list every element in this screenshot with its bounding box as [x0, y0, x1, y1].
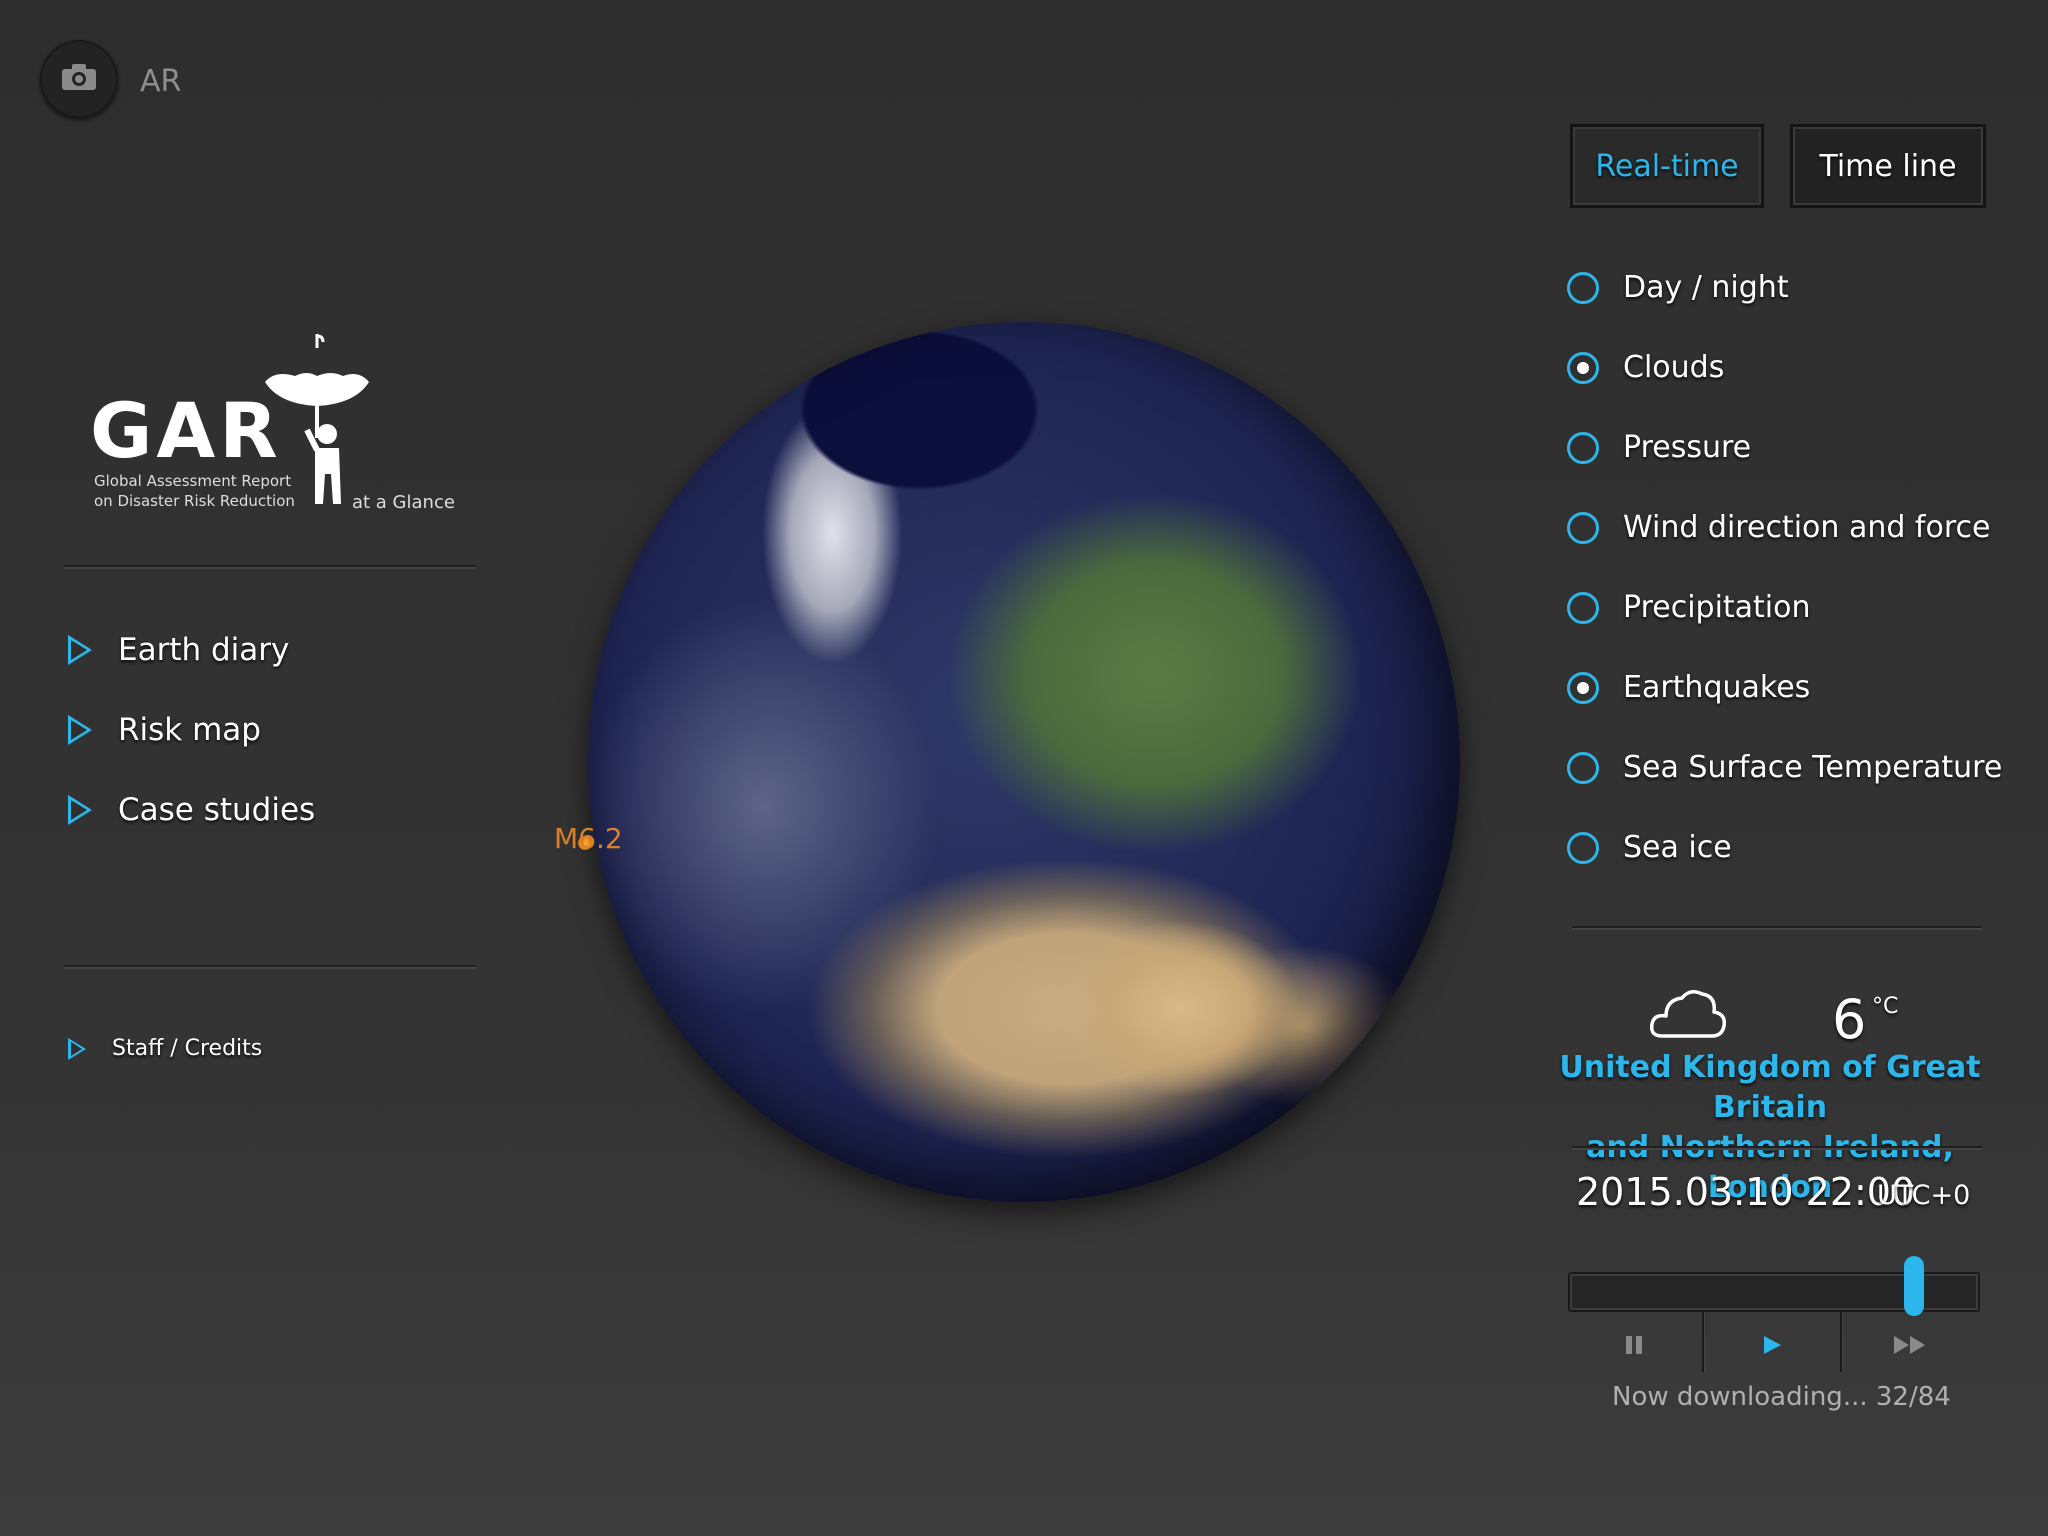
layer-label: Sea Surface Temperature	[1623, 750, 2003, 785]
fast-forward-button[interactable]	[1842, 1318, 1978, 1376]
play-button[interactable]	[1704, 1318, 1840, 1376]
nav-case-studies[interactable]: Case studies	[68, 792, 315, 828]
location-line1: United Kingdom of Great Britain	[1559, 1050, 1981, 1125]
ar-camera-button[interactable]	[40, 40, 118, 118]
logo-tagline: at a Glance	[352, 492, 455, 513]
layer-label: Earthquakes	[1623, 670, 1811, 705]
layer-label: Wind direction and force	[1623, 510, 1991, 545]
logo-subtitle-line2: on Disaster Risk Reduction	[94, 492, 295, 510]
radio-button[interactable]	[1567, 751, 1599, 784]
right-divider-top	[1572, 926, 1982, 930]
nav-label: Staff / Credits	[112, 1036, 263, 1061]
earthquake-magnitude-label: M6.2	[554, 822, 623, 855]
layer-label: Pressure	[1623, 430, 1752, 465]
radio-button[interactable]	[1567, 271, 1599, 304]
layer-label: Precipitation	[1623, 590, 1811, 625]
tab-real-time[interactable]: Real-time	[1570, 124, 1764, 208]
nav-label: Risk map	[118, 712, 261, 748]
layer-label: Sea ice	[1623, 830, 1732, 865]
right-divider-bottom	[1572, 1146, 1982, 1150]
pause-icon	[1623, 1334, 1645, 1360]
ar-label: AR	[140, 64, 182, 99]
logo-subtitle-line1: Global Assessment Report	[94, 472, 292, 490]
download-status: Now downloading... 32/84	[1612, 1382, 1951, 1412]
layer-sea-surface-temperature[interactable]: Sea Surface Temperature	[1567, 750, 2002, 785]
layer-sea-ice[interactable]: Sea ice	[1567, 830, 1732, 865]
left-divider-top	[64, 565, 476, 569]
temperature-unit: °C	[1872, 994, 1899, 1019]
layer-precipitation[interactable]: Precipitation	[1567, 590, 1811, 625]
radio-button[interactable]	[1567, 591, 1599, 624]
layer-pressure[interactable]: Pressure	[1567, 430, 1751, 465]
layer-wind[interactable]: Wind direction and force	[1567, 510, 1990, 545]
cloud-icon	[1648, 986, 1728, 1044]
layer-day-night[interactable]: Day / night	[1567, 270, 1789, 305]
pause-button[interactable]	[1566, 1318, 1702, 1376]
triangle-right-icon	[68, 1037, 86, 1060]
timezone: UTC+0	[1877, 1180, 1971, 1211]
layer-label: Clouds	[1623, 350, 1725, 385]
layer-label: Day / night	[1623, 270, 1789, 305]
current-datetime: 2015.03.10 22:00	[1576, 1170, 1916, 1214]
nav-earth-diary[interactable]: Earth diary	[68, 632, 289, 668]
tab-time-line[interactable]: Time line	[1790, 124, 1986, 208]
radio-button-selected[interactable]	[1567, 671, 1599, 704]
camera-icon	[61, 63, 97, 95]
left-divider-bottom	[64, 965, 476, 969]
temperature-value: 6	[1832, 988, 1867, 1051]
triangle-right-icon	[68, 635, 92, 665]
earth-globe[interactable]	[588, 322, 1460, 1202]
layer-clouds[interactable]: Clouds	[1567, 350, 1724, 385]
play-icon	[1761, 1334, 1783, 1360]
layer-earthquakes[interactable]: Earthquakes	[1567, 670, 1810, 705]
radio-button[interactable]	[1567, 831, 1599, 864]
radio-button[interactable]	[1567, 511, 1599, 544]
logo-letters: GAR	[90, 386, 282, 475]
triangle-right-icon	[68, 715, 92, 745]
nav-risk-map[interactable]: Risk map	[68, 712, 261, 748]
radio-dot	[1577, 681, 1589, 694]
nav-label: Earth diary	[118, 632, 290, 668]
nav-label: Case studies	[118, 792, 316, 828]
radio-dot	[1577, 361, 1589, 374]
gar-logo: GAR Global Assessment Report on Disaster…	[70, 330, 490, 530]
radio-button-selected[interactable]	[1567, 351, 1599, 384]
fast-forward-icon	[1892, 1334, 1928, 1360]
triangle-right-icon	[68, 795, 92, 825]
radio-button[interactable]	[1567, 431, 1599, 464]
timeline-thumb[interactable]	[1904, 1256, 1925, 1316]
nav-staff-credits[interactable]: Staff / Credits	[68, 1036, 262, 1061]
